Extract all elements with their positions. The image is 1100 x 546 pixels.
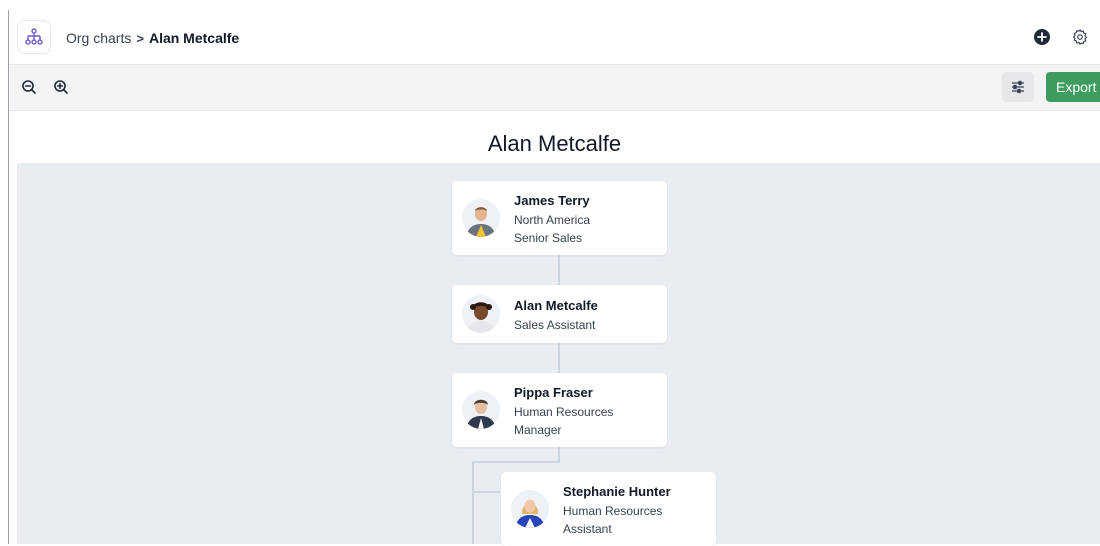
avatar: [462, 391, 500, 429]
person-title: Assistant: [563, 522, 612, 536]
person-region: North America: [514, 213, 591, 227]
org-chart-canvas[interactable]: James Terry North America Senior Sales A…: [17, 163, 1100, 546]
toolbar: Export: [9, 65, 1100, 111]
person-title: Senior Sales: [514, 231, 583, 245]
breadcrumb-separator: >: [136, 30, 144, 46]
header-bar: Org charts > Alan Metcalfe: [9, 11, 1100, 65]
zoom-in-button[interactable]: [45, 71, 77, 103]
chart-title: Alan Metcalfe: [487, 131, 622, 156]
person-department: Human Resources: [514, 405, 614, 419]
settings-button[interactable]: [1070, 27, 1090, 47]
connector-line: [472, 461, 560, 463]
zoom-in-icon: [54, 80, 68, 94]
app-window: Org charts > Alan Metcalfe Export Alan M…: [0, 0, 1100, 546]
connector-line: [472, 461, 474, 544]
avatar: [462, 295, 500, 333]
person-name: Pippa Fraser: [514, 385, 593, 400]
avatar: [511, 490, 549, 528]
connector-line: [558, 255, 560, 285]
person-title: Manager: [514, 423, 562, 437]
breadcrumb-current: Alan Metcalfe: [148, 30, 240, 46]
org-chart-icon: [25, 28, 43, 45]
person-card-stephanie-hunter[interactable]: Stephanie Hunter Human Resources Assista…: [501, 472, 716, 546]
breadcrumb: Org charts > Alan Metcalfe: [66, 30, 239, 46]
avatar: [462, 199, 500, 237]
app-logo-button[interactable]: [17, 20, 51, 54]
person-title: Sales Assistant: [514, 318, 596, 332]
person-card-james-terry[interactable]: James Terry North America Senior Sales: [452, 181, 667, 255]
add-button[interactable]: [1032, 27, 1052, 47]
person-name: James Terry: [514, 193, 590, 208]
zoom-out-button[interactable]: [13, 71, 45, 103]
sliders-icon: [1012, 80, 1024, 94]
zoom-out-icon: [22, 80, 36, 94]
connector-line: [472, 491, 500, 493]
person-name: Alan Metcalfe: [514, 298, 598, 313]
person-name: Stephanie Hunter: [563, 484, 671, 499]
connector-line: [558, 343, 560, 373]
person-card-alan-metcalfe[interactable]: Alan Metcalfe Sales Assistant: [452, 285, 667, 343]
gear-icon: [1072, 28, 1088, 45]
connector-line: [558, 447, 560, 462]
person-department: Human Resources: [563, 504, 663, 518]
chart-settings-button[interactable]: [1002, 72, 1034, 102]
export-button[interactable]: Export: [1046, 72, 1100, 102]
breadcrumb-org-charts-link[interactable]: Org charts: [66, 30, 131, 46]
plus-circle-icon: [1034, 29, 1050, 45]
person-card-pippa-fraser[interactable]: Pippa Fraser Human Resources Manager: [452, 373, 667, 447]
